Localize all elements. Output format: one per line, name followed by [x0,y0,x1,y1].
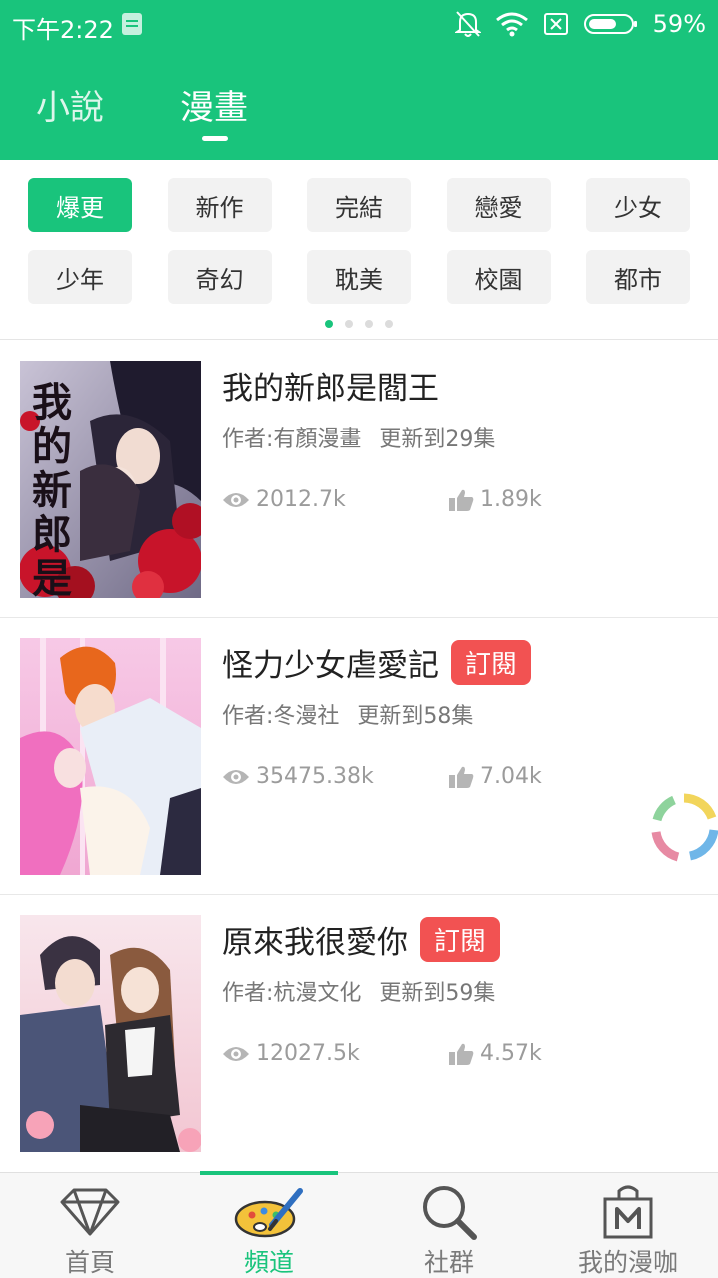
subscribe-button[interactable]: 訂閱 [451,640,532,685]
search-icon [423,1186,477,1240]
eye-icon [223,769,249,784]
view-count-value: 12027.5k [256,1041,360,1066]
status-bar: 下午2:22 59% [0,0,718,50]
comic-title-row: 我的新郎是閻王 [222,363,439,408]
category-fantasy[interactable]: 奇幻 [167,250,272,304]
category-grid: 爆更 新作 完結 戀愛 少女 少年 奇幻 耽美 校園 都市 [28,178,690,304]
page-dot [345,320,353,328]
category-page-dots [0,320,718,332]
comic-title[interactable]: 我的新郎是閻王 [222,363,439,408]
thumbs-up-icon [449,766,474,788]
wifi-icon [495,12,528,37]
status-time: 下午2:22 [12,16,114,44]
battery-percentage: 59% [652,10,706,38]
tab-novel[interactable]: 小說 [36,80,104,129]
thumbs-up-icon [449,489,474,511]
notification-icon [122,13,142,35]
category-panel: 爆更 新作 完結 戀愛 少女 少年 奇幻 耽美 校園 都市 [0,160,718,340]
no-sim-icon [543,13,568,35]
category-bl[interactable]: 耽美 [307,250,411,304]
comic-title-row: 怪力少女虐愛記 訂閱 [222,640,532,685]
comic-title-row: 原來我很愛你 訂閱 [222,917,501,962]
active-tab-indicator [202,136,228,141]
comic-title[interactable]: 原來我很愛你 [222,917,408,962]
comic-meta: 作者:有顏漫畫 更新到29集 [222,421,495,453]
page-dot [325,320,333,328]
battery-icon [583,14,637,34]
loading-spinner-icon [651,793,718,862]
status-icons: 59% [454,8,706,40]
subscribe-button[interactable]: 訂閱 [420,917,501,962]
page-dot [365,320,373,328]
nav-channel[interactable]: 頻道 [199,1173,339,1278]
comic-list: 我的新郎是閻王 我的新郎是閻王 作者:有顏漫畫 更新到29集 2012.7k 1… [0,341,718,1172]
view-count: 12027.5k [222,1041,360,1066]
tab-comic[interactable]: 漫畫 [180,80,248,129]
comic-meta: 作者:冬漫社 更新到58集 [222,698,473,730]
comic-author: 作者:冬漫社 [222,704,340,729]
like-count: 1.89k [448,487,542,512]
view-count-value: 35475.38k [256,764,374,789]
comic-meta: 作者:杭漫文化 更新到59集 [222,975,495,1007]
category-shounen[interactable]: 少年 [28,250,132,304]
category-campus[interactable]: 校園 [446,250,551,304]
category-romance[interactable]: 戀愛 [446,178,551,232]
comic-author: 作者:有顏漫畫 [222,427,362,452]
comic-update: 更新到59集 [379,981,496,1006]
shopping-bag-icon [603,1185,653,1239]
category-completed[interactable]: 完結 [307,178,411,232]
comic-update: 更新到29集 [379,427,496,452]
comic-cover-image[interactable] [20,638,201,875]
comic-cover-image[interactable] [20,915,201,1152]
nav-home[interactable]: 首頁 [20,1173,160,1278]
cover-title-text: 我的新郎是閻王 [32,379,72,599]
view-count: 35475.38k [222,764,374,789]
category-shoujo[interactable]: 少女 [586,178,690,232]
comic-list-item[interactable]: 怪力少女虐愛記 訂閱 作者:冬漫社 更新到58集 35475.38k 7.04k [0,618,718,895]
view-count-value: 2012.7k [256,487,346,512]
like-count-value: 4.57k [480,1041,542,1066]
top-tabs: 小說 漫畫 [0,70,718,150]
nav-my-comics-label: 我的漫咖 [577,1248,678,1277]
nav-my-comics[interactable]: 我的漫咖 [558,1173,698,1278]
diamond-icon [60,1188,120,1236]
like-count-value: 7.04k [480,764,542,789]
page-dot [385,320,393,328]
comic-update: 更新到58集 [357,704,474,729]
thumbs-up-icon [449,1043,474,1065]
like-count-value: 1.89k [480,487,542,512]
comic-author: 作者:杭漫文化 [222,981,362,1006]
comic-title[interactable]: 怪力少女虐愛記 [222,640,439,685]
comic-list-item[interactable]: 原來我很愛你 訂閱 作者:杭漫文化 更新到59集 12027.5k 4.57k [0,895,718,1172]
category-hot-update[interactable]: 爆更 [28,178,132,232]
nav-community-label: 社群 [423,1248,474,1277]
view-count: 2012.7k [222,487,346,512]
nav-community[interactable]: 社群 [379,1173,519,1278]
like-count: 7.04k [448,764,542,789]
nav-channel-label: 頻道 [243,1248,294,1277]
nav-home-label: 首頁 [64,1248,115,1277]
palette-icon [234,1188,303,1238]
comic-list-item[interactable]: 我的新郎是閻王 我的新郎是閻王 作者:有顏漫畫 更新到29集 2012.7k 1… [0,341,718,618]
category-new[interactable]: 新作 [167,178,272,232]
eye-icon [223,492,249,507]
app-header: 下午2:22 59% 小說 漫畫 [0,0,718,160]
like-count: 4.57k [448,1041,542,1066]
eye-icon [223,1046,249,1061]
comic-cover-image[interactable]: 我的新郎是閻王 [20,361,201,598]
mute-bell-icon [454,11,481,37]
bottom-navigation: 首頁 頻道 社群 我的漫咖 [0,1171,718,1278]
category-urban[interactable]: 都市 [586,250,690,304]
